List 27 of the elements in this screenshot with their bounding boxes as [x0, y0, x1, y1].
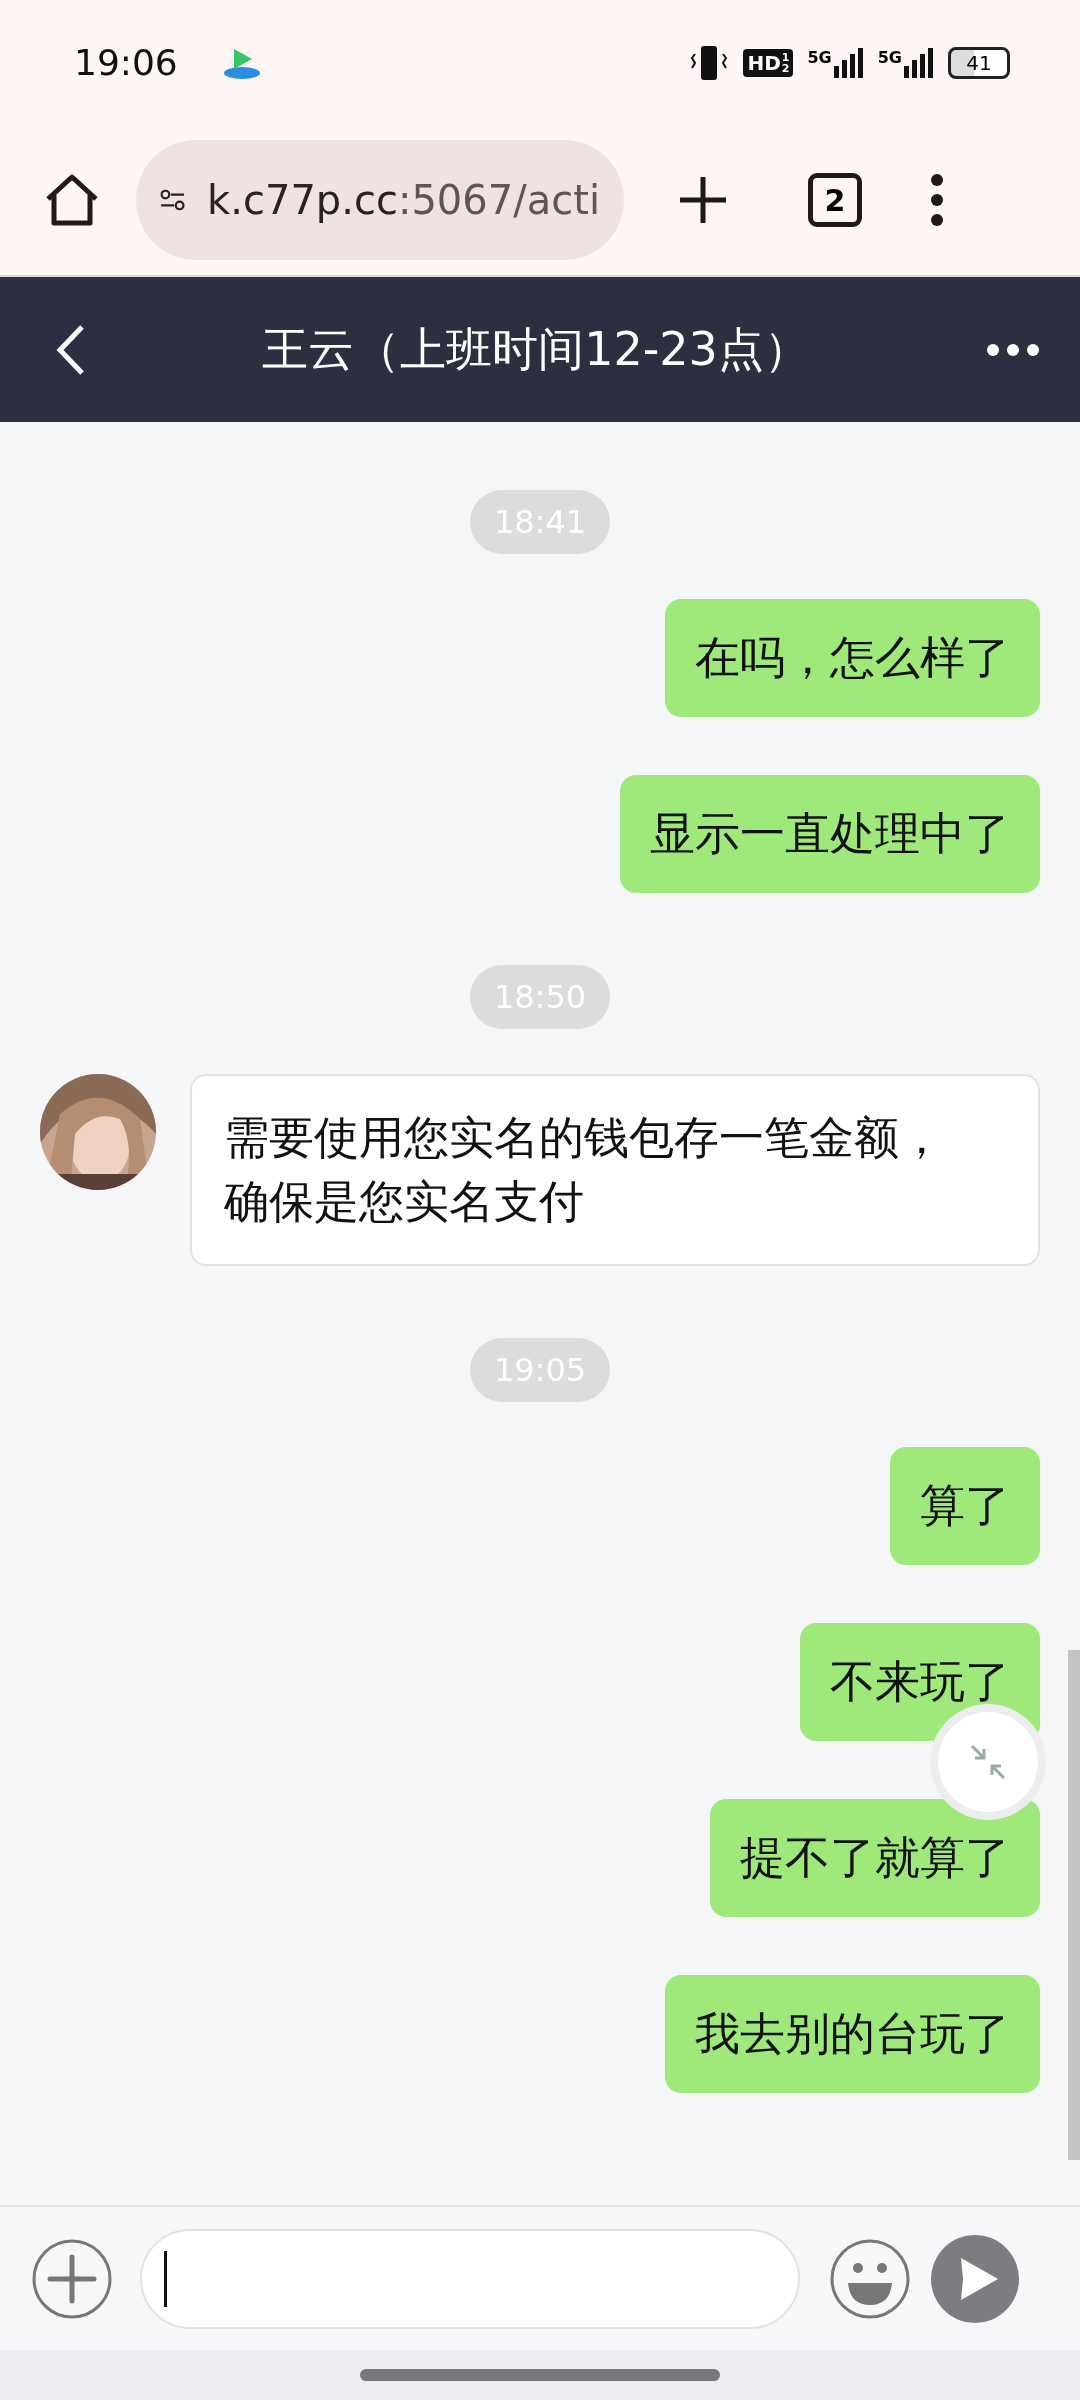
network-label: 5G [807, 47, 832, 67]
sent-message: 提不了就算了 [710, 1799, 1040, 1917]
sent-message: 在吗，怎么样了 [665, 599, 1040, 717]
sent-message: 我去别的台玩了 [665, 1975, 1040, 2093]
scrollbar[interactable] [1068, 1650, 1080, 2160]
signal-icon [833, 47, 864, 78]
home-icon[interactable] [44, 173, 100, 227]
url-text: k.c77p.cc:5067/acti [207, 177, 600, 223]
address-bar[interactable]: k.c77p.cc:5067/acti [136, 140, 624, 260]
back-icon[interactable] [56, 323, 86, 376]
received-message: 需要使用您实名的钱包存一笔金额，确保是您实名支付 [190, 1074, 1040, 1266]
sent-message: 算了 [890, 1447, 1040, 1565]
tab-count-button[interactable]: 2 [808, 173, 862, 227]
emoji-button[interactable] [830, 2238, 910, 2319]
more-icon[interactable] [986, 342, 1040, 357]
new-tab-icon[interactable] [678, 175, 728, 225]
chat-title: 王云（上班时间12-23点） [261, 320, 811, 378]
send-button[interactable] [930, 2233, 1020, 2324]
sent-message: 显示一直处理中了 [620, 775, 1040, 893]
signal-icon [904, 47, 934, 78]
battery-indicator: 41 [948, 46, 1010, 79]
more-icon[interactable] [930, 173, 944, 227]
network-label: 5G [877, 47, 902, 67]
vibrate-icon [689, 43, 730, 82]
add-button[interactable] [32, 2238, 112, 2319]
collapse-icon[interactable] [968, 1742, 1008, 1782]
status-time: 19:06 [74, 42, 178, 83]
